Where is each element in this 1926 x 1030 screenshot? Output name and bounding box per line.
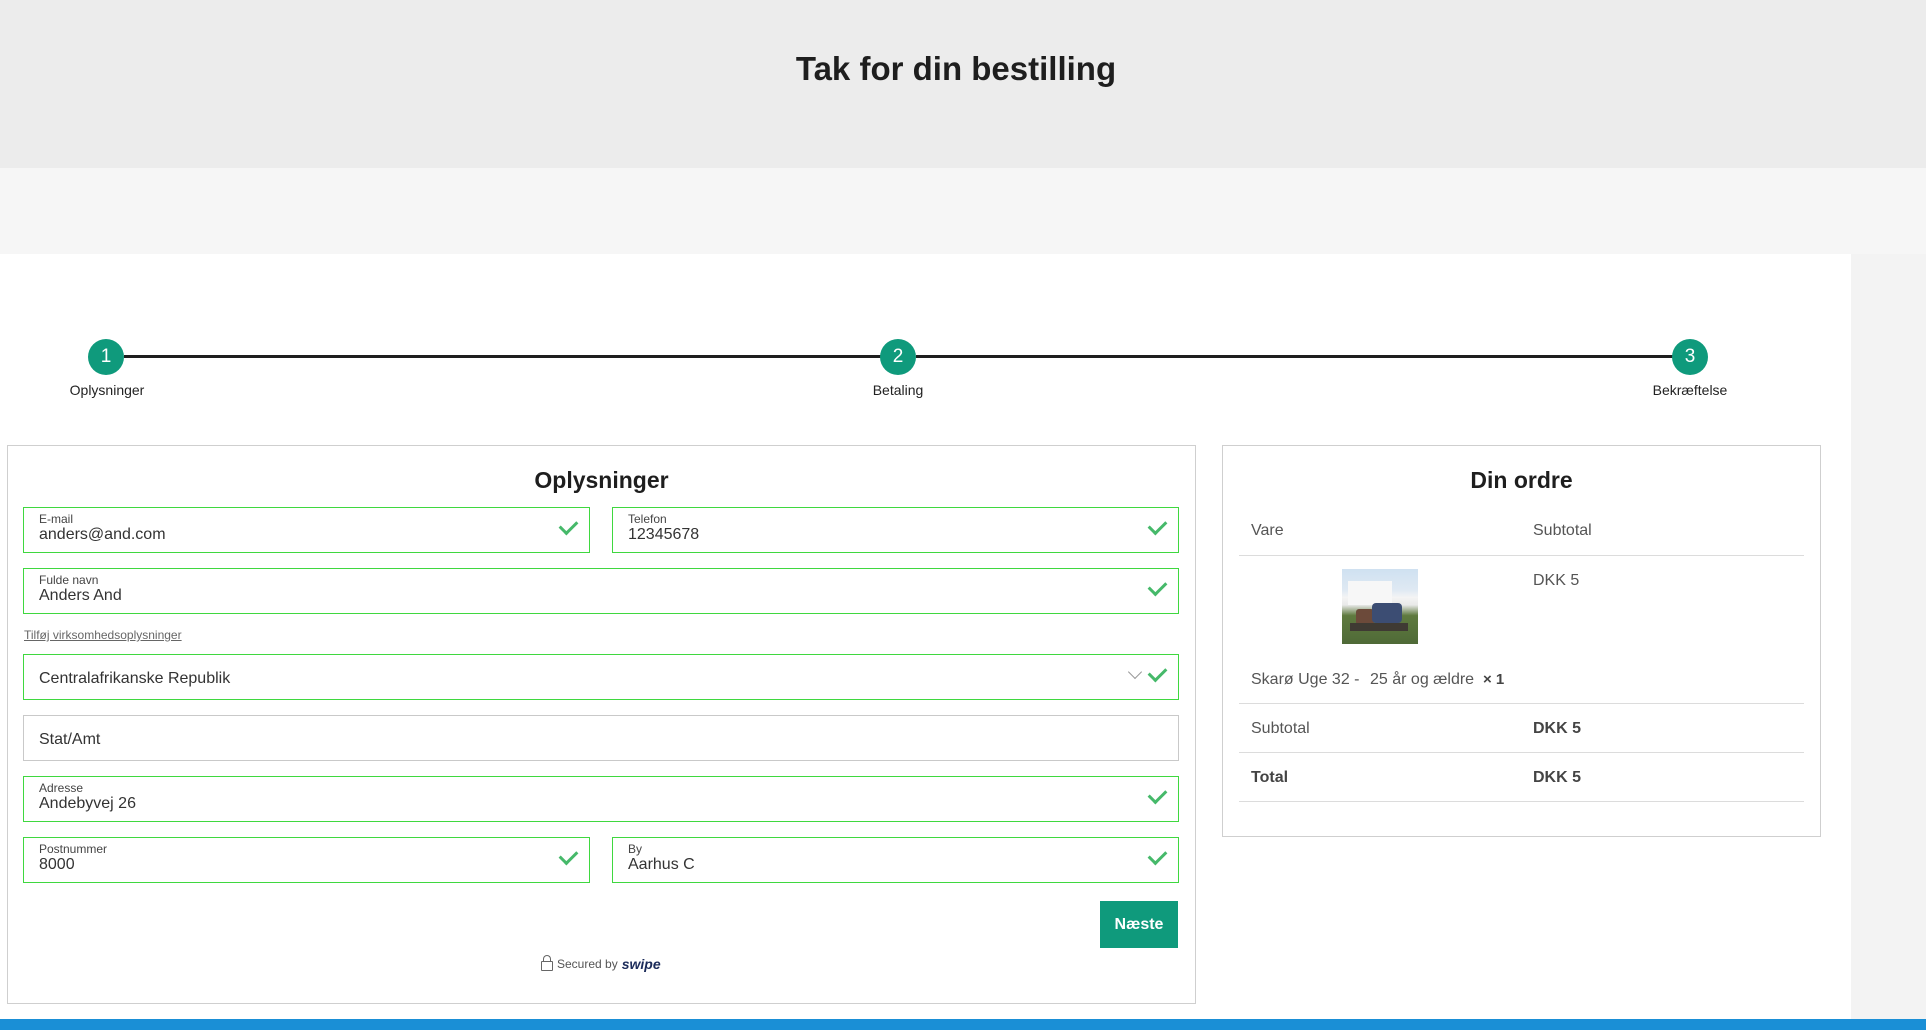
- check-icon: [1147, 515, 1168, 536]
- step-1-label: Oplysninger: [69, 382, 145, 398]
- stepper-line: [124, 355, 892, 358]
- email-field[interactable]: E-mail anders@and.com: [23, 507, 590, 553]
- city-value[interactable]: Aarhus C: [628, 856, 695, 874]
- chevron-down-icon[interactable]: [1127, 664, 1143, 680]
- add-business-info-link[interactable]: Tilføj virksomhedsoplysninger: [24, 628, 182, 642]
- column-header-subtotal: Subtotal: [1533, 522, 1592, 539]
- lock-icon: [541, 955, 553, 971]
- postal-code-field[interactable]: Postnummer 8000: [23, 837, 590, 883]
- stepper-line: [916, 355, 1674, 358]
- secured-text: Secured by: [557, 957, 618, 971]
- divider: [1239, 703, 1804, 704]
- product-thumbnail: [1342, 569, 1418, 644]
- step-2-circle[interactable]: 2: [880, 339, 916, 375]
- check-icon: [558, 845, 579, 866]
- divider: [1239, 752, 1804, 753]
- postal-code-value[interactable]: 8000: [39, 856, 75, 874]
- postal-code-label: Postnummer: [39, 842, 108, 856]
- item-quantity: × 1: [1483, 671, 1505, 688]
- step-1-circle[interactable]: 1: [88, 339, 124, 375]
- full-name-label: Fulde navn: [39, 573, 99, 587]
- email-label: E-mail: [39, 512, 74, 526]
- step-3-circle[interactable]: 3: [1672, 339, 1708, 375]
- form-title: Oplysninger: [534, 467, 669, 493]
- item-name: Skarø Uge 32 -: [1251, 671, 1360, 688]
- phone-value[interactable]: 12345678: [628, 526, 699, 544]
- country-select[interactable]: Centralafrikanske Republik: [23, 654, 1179, 700]
- phone-field[interactable]: Telefon 12345678: [612, 507, 1179, 553]
- check-icon: [1147, 662, 1168, 683]
- subtotal-label: Subtotal: [1251, 720, 1310, 737]
- page-header: Tak for din bestilling: [0, 0, 1926, 168]
- state-placeholder[interactable]: Stat/Amt: [39, 731, 100, 749]
- state-field[interactable]: Stat/Amt: [23, 715, 1179, 761]
- check-icon: [1147, 845, 1168, 866]
- full-name-field[interactable]: Fulde navn Anders And: [23, 568, 1179, 614]
- secured-by-badge: Secured by swipe: [541, 955, 661, 972]
- step-3-label: Bekræftelse: [1652, 382, 1728, 398]
- city-label: By: [628, 842, 643, 856]
- subtotal-value: DKK 5: [1533, 720, 1582, 737]
- order-summary-panel: Din ordre: [1222, 445, 1821, 837]
- total-value: DKK 5: [1533, 769, 1582, 786]
- city-field[interactable]: By Aarhus C: [612, 837, 1179, 883]
- swipe-logo: swipe: [621, 956, 661, 972]
- check-icon: [558, 515, 579, 536]
- page-title: Tak for din bestilling: [795, 50, 1117, 87]
- check-icon: [1147, 576, 1168, 597]
- step-2-label: Betaling: [872, 382, 924, 398]
- next-button[interactable]: Næste: [1100, 901, 1178, 948]
- phone-label: Telefon: [628, 512, 667, 526]
- full-name-value[interactable]: Anders And: [39, 587, 122, 605]
- total-label: Total: [1251, 769, 1289, 786]
- check-icon: [1147, 784, 1168, 805]
- bottom-bar: [0, 1019, 1926, 1030]
- address-field[interactable]: Adresse Andebyvej 26: [23, 776, 1179, 822]
- column-header-item: Vare: [1251, 522, 1284, 539]
- divider: [1239, 801, 1804, 802]
- page-gutter: [1851, 254, 1926, 1030]
- email-value[interactable]: anders@and.com: [39, 526, 166, 544]
- address-value[interactable]: Andebyvej 26: [39, 795, 136, 813]
- divider: [1239, 555, 1804, 556]
- country-value[interactable]: Centralafrikanske Republik: [39, 670, 230, 688]
- order-title: Din ordre: [1470, 467, 1573, 493]
- item-price: DKK 5: [1533, 572, 1580, 589]
- address-label: Adresse: [39, 781, 84, 795]
- item-variant: 25 år og ældre: [1370, 671, 1475, 688]
